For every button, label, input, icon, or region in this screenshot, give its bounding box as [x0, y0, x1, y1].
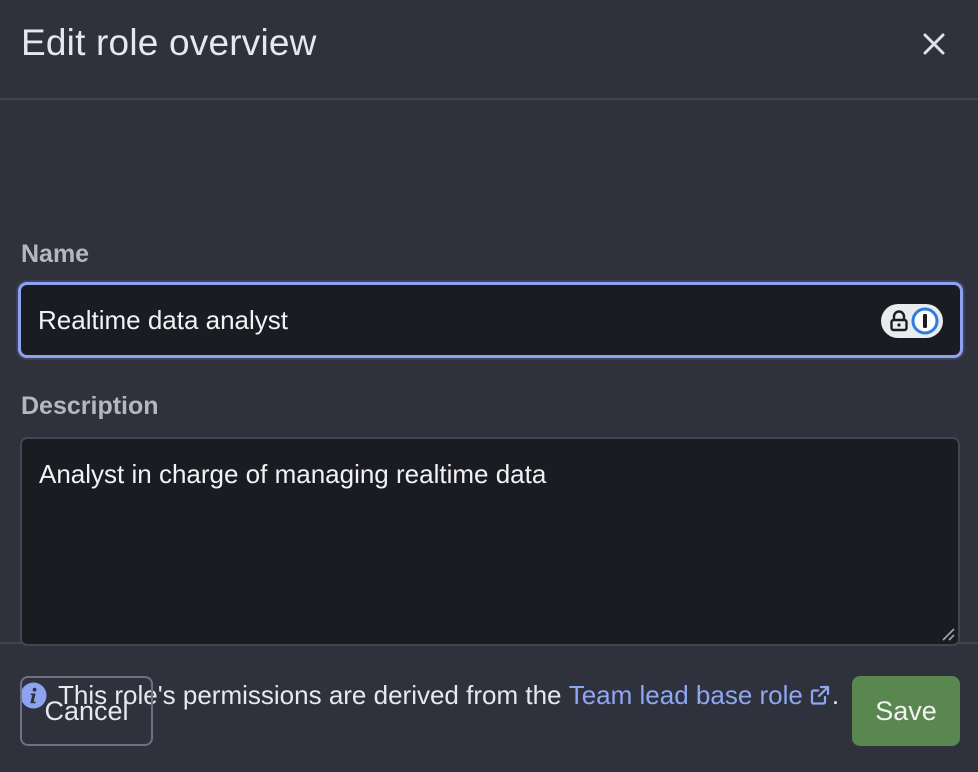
save-button[interactable]: Save: [852, 676, 960, 746]
dialog-title: Edit role overview: [21, 22, 317, 63]
dialog-footer: Cancel Save: [0, 646, 978, 772]
description-textarea[interactable]: Analyst in charge of managing realtime d…: [20, 437, 960, 646]
name-label: Name: [21, 240, 90, 268]
dialog-body: Name Description Analyst in charge of ma…: [0, 100, 978, 710]
close-button[interactable]: [920, 30, 948, 58]
name-input[interactable]: [38, 285, 858, 355]
cancel-button[interactable]: Cancel: [20, 676, 153, 746]
lock-icon: [890, 310, 908, 332]
dialog-header: Edit role overview: [0, 0, 978, 100]
resize-handle-icon[interactable]: [941, 627, 955, 641]
description-label: Description: [21, 392, 159, 420]
close-icon: [923, 33, 945, 55]
password-manager-button[interactable]: [881, 304, 943, 338]
description-text: Analyst in charge of managing realtime d…: [39, 459, 547, 489]
name-field[interactable]: [18, 282, 963, 358]
edit-role-dialog: Edit role overview Name Realtime data an…: [0, 0, 978, 772]
password-manager-icon: [911, 307, 939, 335]
